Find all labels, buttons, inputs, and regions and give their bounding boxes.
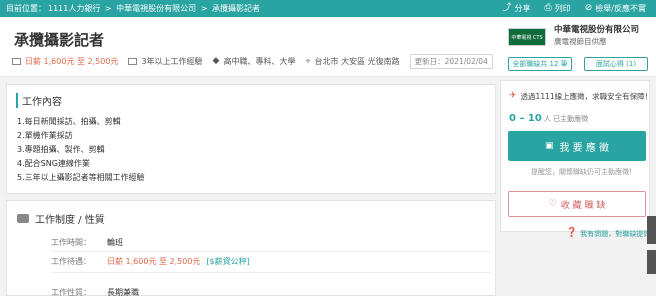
pay-label: 工作待遇： bbox=[51, 257, 91, 266]
list-item: 5.三年以上攝影記者等相關工作經驗 bbox=[17, 173, 145, 182]
briefcase-icon: ▣ bbox=[544, 140, 554, 151]
share-icon: ⤴ bbox=[502, 3, 512, 13]
all-jobs-button[interactable]: 全部職缺共 12 筆 bbox=[508, 57, 572, 71]
company-name[interactable]: 中華電視股份有限公司 bbox=[554, 23, 639, 35]
company-industry: 廣電視節目供應 bbox=[554, 37, 607, 46]
company-panel: 中華電視 CTS 中華電視股份有限公司 廣電視節目供應 全部職缺共 12 筆 面… bbox=[506, 21, 656, 75]
update-date-badge: 更新日：2021/02/04 bbox=[409, 54, 493, 69]
job-content-card: 工作內容 1.每日新聞採訪、拍攝、剪輯 2.單機作業採訪 3.專題拍攝、製作、剪… bbox=[6, 84, 496, 194]
education-text: 高中職、專科、大學 bbox=[223, 57, 296, 66]
breadcrumb-bar: 目前位置： 1111人力銀行 > 中華電視股份有限公司 > 承攬攝影記者 ⤴ 分享 … bbox=[0, 0, 656, 17]
apply-button[interactable]: ▣ 我 要 應 徵 bbox=[508, 131, 646, 161]
share-button[interactable]: ⤴ 分享 bbox=[503, 3, 531, 14]
apply-panel: ✈ 透過1111線上應徵，求職安全有保障！ 0 – 10 人 已主動應徵 ▣ 我 … bbox=[500, 80, 652, 232]
pay-value: 日薪 1,600元 至 2,500元 bbox=[107, 257, 201, 266]
report-label: 檢舉/反應不實 bbox=[595, 4, 646, 13]
breadcrumb-sep: > bbox=[102, 4, 115, 13]
salary-icon bbox=[12, 58, 21, 65]
paper-plane-icon: ✈ bbox=[509, 91, 517, 101]
list-item: 3.專題拍攝、製作、剪輯 bbox=[17, 145, 105, 154]
job-content-heading: 工作內容 bbox=[16, 93, 62, 108]
applicant-count-value: 0 – 10 bbox=[509, 113, 542, 124]
list-item: 1.每日新聞採訪、拍攝、剪輯 bbox=[17, 117, 121, 126]
job-meta: 日薪 1,600元 至 2,500元 3年以上工作經驗 ◆ 高中職、專科、大學 ⌖… bbox=[12, 54, 493, 69]
ask-question-label: 我有問題，對職缺提問 bbox=[580, 230, 651, 238]
salary-fairness-link[interactable]: [$薪資公秤] bbox=[206, 256, 249, 267]
breadcrumb-link-company[interactable]: 中華電視股份有限公司 bbox=[116, 4, 196, 13]
favorite-button-label: 收 藏 職 缺 bbox=[560, 200, 606, 211]
breadcrumb-prefix: 目前位置： bbox=[6, 4, 46, 13]
block-icon: ⊘ bbox=[584, 3, 593, 13]
job-system-header: 工作制度 / 性質 bbox=[17, 211, 105, 226]
job-nature-row: 工作性質： 長期兼職 bbox=[51, 287, 139, 296]
location-text[interactable]: 台北市 大安區 光復南路 bbox=[315, 56, 400, 67]
job-nature-label: 工作性質： bbox=[51, 288, 91, 296]
interview-review-button[interactable]: 面試心得 (1) bbox=[584, 57, 648, 71]
divider bbox=[51, 272, 491, 273]
company-logo[interactable]: 中華電視 CTS bbox=[508, 28, 546, 46]
apply-button-label: 我 要 應 徵 bbox=[559, 142, 610, 154]
ask-question-link[interactable]: ❓ 我有問題，對職缺提問 bbox=[566, 229, 650, 239]
applicant-count: 0 – 10 人 已主動應徵 bbox=[509, 113, 588, 124]
heart-icon: ♡ bbox=[548, 198, 557, 209]
job-system-heading: 工作制度 / 性質 bbox=[35, 215, 105, 226]
apply-reminder: 提醒您，關懷職缺仍可主動應徵！ bbox=[531, 168, 636, 176]
applicant-count-label: 人 已主動應徵 bbox=[543, 115, 589, 123]
share-label: 分享 bbox=[514, 4, 531, 13]
graduation-cap-icon: ◆ bbox=[212, 56, 220, 66]
salary-text: 日薪 1,600元 至 2,500元 bbox=[25, 57, 119, 66]
print-icon: ⎙ bbox=[544, 3, 552, 13]
job-nature-value: 長期兼職 bbox=[107, 288, 139, 296]
breadcrumb-link-1111[interactable]: 1111人力銀行 bbox=[48, 4, 100, 13]
print-label: 列印 bbox=[554, 4, 571, 13]
help-icon: ❓ bbox=[566, 228, 578, 238]
breadcrumb-current: 承攬攝影記者 bbox=[211, 4, 260, 13]
safety-note-text: 透過1111線上應徵，求職安全有保障！ bbox=[520, 92, 653, 101]
briefcase-icon bbox=[128, 58, 138, 65]
job-content-list: 1.每日新聞採訪、拍攝、剪輯 2.單機作業採訪 3.專題拍攝、製作、剪輯 4.配… bbox=[17, 115, 145, 185]
job-title: 承攬攝影記者 bbox=[14, 31, 105, 49]
job-system-card: 工作制度 / 性質 工作時間： 輪班 工作待遇： 日薪 1,600元 至 2,5… bbox=[6, 200, 496, 296]
breadcrumb: 目前位置： 1111人力銀行 > 中華電視股份有限公司 > 承攬攝影記者 bbox=[6, 3, 503, 14]
report-button[interactable]: ⊘ 檢舉/反應不實 bbox=[585, 3, 646, 14]
location-pin-icon: ⌖ bbox=[305, 56, 311, 67]
list-item: 2.單機作業採訪 bbox=[17, 131, 73, 140]
safety-note: ✈ 透過1111線上應徵，求職安全有保障！ bbox=[509, 91, 652, 102]
floating-side-tab[interactable] bbox=[647, 250, 656, 274]
list-item: 4.配合SNG連線作業 bbox=[17, 159, 90, 168]
work-time-label: 工作時間： bbox=[51, 238, 91, 247]
floating-side-tab[interactable] bbox=[647, 216, 656, 244]
print-button[interactable]: ⎙ 列印 bbox=[545, 3, 571, 14]
breadcrumb-sep: > bbox=[198, 4, 210, 13]
work-time-value: 輪班 bbox=[107, 238, 123, 247]
divider bbox=[51, 251, 491, 252]
briefcase-icon bbox=[17, 214, 29, 223]
experience-text: 3年以上工作經驗 bbox=[141, 57, 203, 66]
work-time-row: 工作時間： 輪班 bbox=[51, 237, 123, 248]
favorite-button[interactable]: ♡ 收 藏 職 缺 bbox=[508, 191, 646, 217]
pay-row: 工作待遇： 日薪 1,600元 至 2,500元 [$薪資公秤] bbox=[51, 256, 250, 267]
